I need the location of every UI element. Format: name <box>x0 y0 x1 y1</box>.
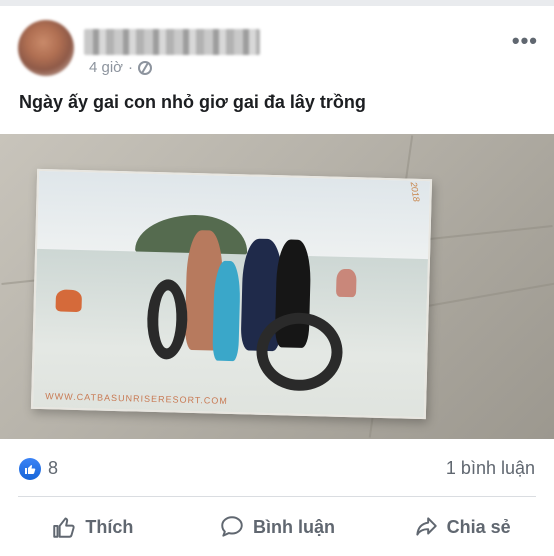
comment-count[interactable]: 1 bình luận <box>446 458 535 479</box>
person-figure <box>55 289 83 313</box>
share-button-label: Chia sẻ <box>446 516 511 537</box>
thumbs-up-icon[interactable] <box>19 458 41 480</box>
person-figure <box>335 268 357 298</box>
thumbs-up-icon <box>53 517 76 538</box>
post-meta: 4 giờ · <box>89 59 153 76</box>
comment-button[interactable]: Bình luận <box>185 498 370 556</box>
floor-tile-line <box>411 280 554 310</box>
thumbs-up-glyph <box>25 465 36 474</box>
reaction-summary: 8 1 bình luận <box>0 450 554 486</box>
person-figure <box>212 260 241 362</box>
globe-icon[interactable] <box>138 60 153 75</box>
meta-separator: · <box>128 59 134 76</box>
like-button[interactable]: Thích <box>0 498 185 556</box>
share-icon <box>416 517 437 536</box>
more-options-icon[interactable]: ••• <box>512 30 538 52</box>
share-button[interactable]: Chia sẻ <box>369 498 554 556</box>
comment-icon <box>221 516 243 537</box>
like-button-label: Thích <box>85 516 134 537</box>
like-count[interactable]: 8 <box>48 458 58 479</box>
comment-button-label: Bình luận <box>253 516 335 537</box>
post-time[interactable]: 4 giờ <box>89 59 123 76</box>
action-bar: Thích Bình luận Chia sẻ <box>0 498 554 556</box>
post-header: 4 giờ · ••• <box>0 6 554 86</box>
post-photo[interactable]: WWW.CATBASUNRISERESORT.COM Du lịch Cát B… <box>0 134 554 439</box>
author-name-blurred[interactable] <box>84 29 260 55</box>
printed-photo: WWW.CATBASUNRISERESORT.COM Du lịch Cát B… <box>30 168 433 420</box>
post-text: Ngày ấy gai con nhỏ giơ gai đa lây trồng <box>19 92 366 112</box>
avatar[interactable] <box>18 20 74 76</box>
divider <box>18 496 536 497</box>
